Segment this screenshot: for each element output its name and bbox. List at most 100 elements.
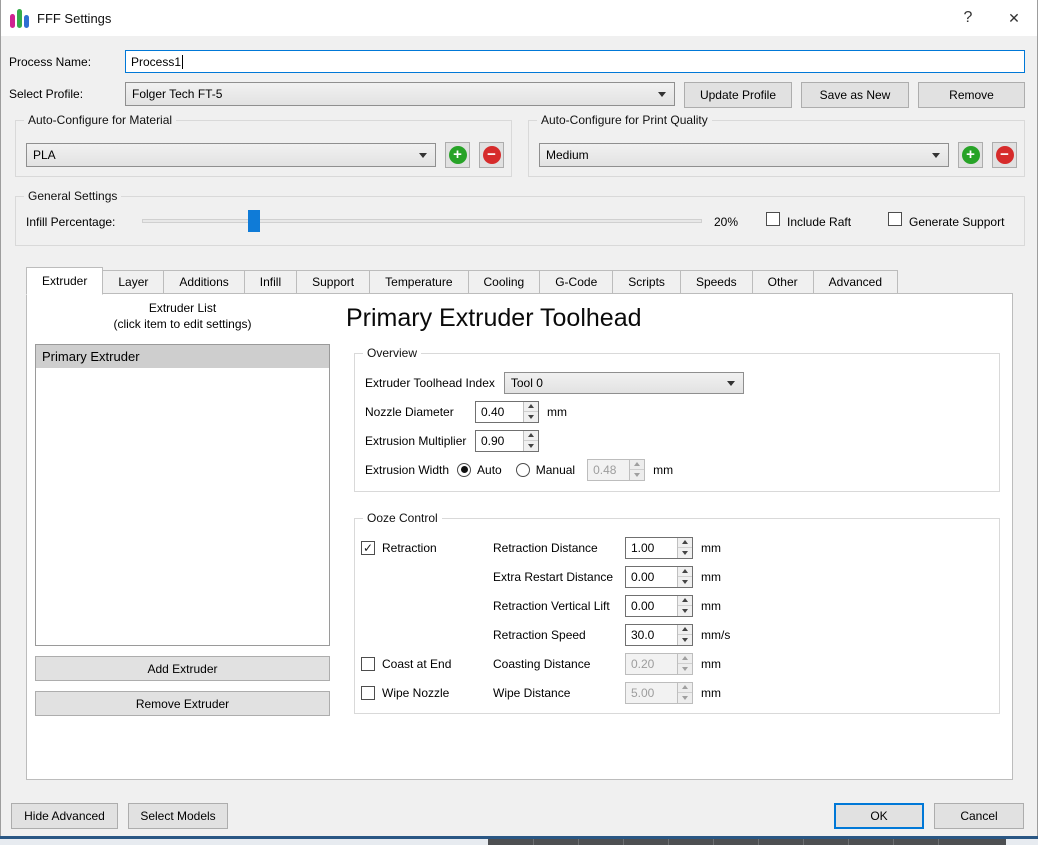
extrusion-width-auto-label: Auto [477,463,502,477]
coast-at-end-checkbox[interactable] [361,657,375,671]
add-material-button[interactable]: + [445,142,470,168]
tab-cooling[interactable]: Cooling [468,270,541,294]
material-combobox[interactable]: PLA [26,143,436,167]
nozzle-diameter-spinbox[interactable]: 0.40 [475,401,539,423]
extra-restart-distance-spinbox[interactable]: 0.00 [625,566,693,588]
add-quality-button[interactable]: + [958,142,983,168]
wipe-distance-label: Wipe Distance [493,686,617,700]
remove-quality-button[interactable]: − [992,142,1017,168]
retraction-distance-value: 1.00 [626,538,677,558]
spin-up-icon[interactable] [678,596,692,606]
extruder-tab-panel: Extruder List (click item to edit settin… [26,293,1013,780]
list-item-primary-extruder[interactable]: Primary Extruder [36,345,329,368]
material-group-title: Auto-Configure for Material [24,113,176,127]
retraction-vertical-lift-label: Retraction Vertical Lift [493,599,617,613]
spin-up-icon[interactable] [678,625,692,635]
spin-down-icon[interactable] [678,605,692,616]
fff-settings-window: FFF Settings ? ✕ Process Name: Process1 … [0,0,1038,845]
spin-down-icon[interactable] [678,547,692,558]
remove-extruder-button[interactable]: Remove Extruder [35,691,330,716]
retraction-checkbox[interactable]: ✓ [361,541,375,555]
spin-down-icon [678,663,692,674]
general-settings-groupbox: General Settings Infill Percentage: 20% … [15,196,1025,246]
spin-down-icon[interactable] [678,634,692,645]
spin-up-icon[interactable] [524,431,538,441]
retraction-speed-label: Retraction Speed [493,628,617,642]
tab-gcode[interactable]: G-Code [539,270,613,294]
tab-advanced[interactable]: Advanced [813,270,898,294]
quality-combobox[interactable]: Medium [539,143,949,167]
tab-scripts[interactable]: Scripts [612,270,681,294]
spin-down-icon[interactable] [524,440,538,451]
tab-other[interactable]: Other [752,270,814,294]
plus-icon: + [962,146,980,164]
select-models-button[interactable]: Select Models [128,803,228,829]
tab-extruder[interactable]: Extruder [26,267,103,295]
extrusion-width-manual-radio[interactable] [516,463,530,477]
retraction-distance-unit: mm [701,541,721,555]
extra-restart-distance-unit: mm [701,570,721,584]
remove-profile-button[interactable]: Remove [918,82,1025,108]
spin-down-icon[interactable] [678,576,692,587]
coasting-distance-value: 0.20 [626,654,677,674]
extrusion-multiplier-value: 0.90 [476,431,523,451]
infill-slider-handle[interactable] [248,210,260,232]
spin-up-icon[interactable] [678,567,692,577]
extrusion-width-value: 0.48 [588,460,629,480]
spin-down-icon [630,469,644,480]
tab-temperature[interactable]: Temperature [369,270,468,294]
wipe-distance-unit: mm [701,686,721,700]
wipe-nozzle-checkbox[interactable] [361,686,375,700]
quality-group-title: Auto-Configure for Print Quality [537,113,712,127]
ok-button[interactable]: OK [834,803,924,829]
extrusion-multiplier-label: Extrusion Multiplier [365,434,475,448]
quality-combobox-value: Medium [546,148,589,162]
hide-advanced-button[interactable]: Hide Advanced [11,803,118,829]
close-icon[interactable]: ✕ [991,0,1037,36]
spin-down-icon [678,692,692,703]
add-extruder-button[interactable]: Add Extruder [35,656,330,681]
retraction-distance-spinbox[interactable]: 1.00 [625,537,693,559]
include-raft-checkbox[interactable] [766,212,780,226]
retraction-vertical-lift-spinbox[interactable]: 0.00 [625,595,693,617]
extrusion-width-auto-radio[interactable] [457,463,471,477]
fff-settings-dialog: FFF Settings ? ✕ Process Name: Process1 … [0,0,1038,838]
toolhead-index-combobox[interactable]: Tool 0 [504,372,744,394]
spin-up-icon [678,683,692,693]
chevron-down-icon [932,153,940,158]
spin-up-icon[interactable] [678,538,692,548]
tab-infill[interactable]: Infill [244,270,297,294]
extruder-list-subtitle: (click item to edit settings) [35,316,330,332]
tab-additions[interactable]: Additions [163,270,244,294]
process-name-input[interactable]: Process1 [125,50,1025,73]
extruder-listbox[interactable]: Primary Extruder [35,344,330,646]
spin-up-icon[interactable] [524,402,538,412]
infill-percentage-value: 20% [714,215,738,229]
tab-support[interactable]: Support [296,270,370,294]
ooze-control-groupbox: Ooze Control ✓ Retraction Retraction Dis… [354,518,1000,714]
retraction-vertical-lift-unit: mm [701,599,721,613]
generate-support-checkbox[interactable] [888,212,902,226]
process-name-label: Process Name: [9,55,91,69]
cancel-button[interactable]: Cancel [934,803,1024,829]
infill-slider[interactable] [142,210,702,232]
extrusion-multiplier-spinbox[interactable]: 0.90 [475,430,539,452]
spin-down-icon[interactable] [524,411,538,422]
background-window-strip [0,836,1038,845]
coasting-distance-unit: mm [701,657,721,671]
update-profile-button[interactable]: Update Profile [684,82,792,108]
wipe-distance-spinbox: 5.00 [625,682,693,704]
generate-support-label: Generate Support [909,215,1004,229]
save-as-new-button[interactable]: Save as New [801,82,909,108]
extrusion-width-unit: mm [653,463,673,477]
tab-layer[interactable]: Layer [102,270,164,294]
retraction-speed-spinbox[interactable]: 30.0 [625,624,693,646]
plus-icon: + [449,146,467,164]
quality-groupbox: Auto-Configure for Print Quality Medium … [528,120,1025,177]
help-icon[interactable]: ? [945,0,991,36]
tab-speeds[interactable]: Speeds [680,270,753,294]
spin-up-icon [678,654,692,664]
nozzle-diameter-label: Nozzle Diameter [365,405,475,419]
remove-material-button[interactable]: − [479,142,504,168]
profile-combobox[interactable]: Folger Tech FT-5 [125,82,675,106]
